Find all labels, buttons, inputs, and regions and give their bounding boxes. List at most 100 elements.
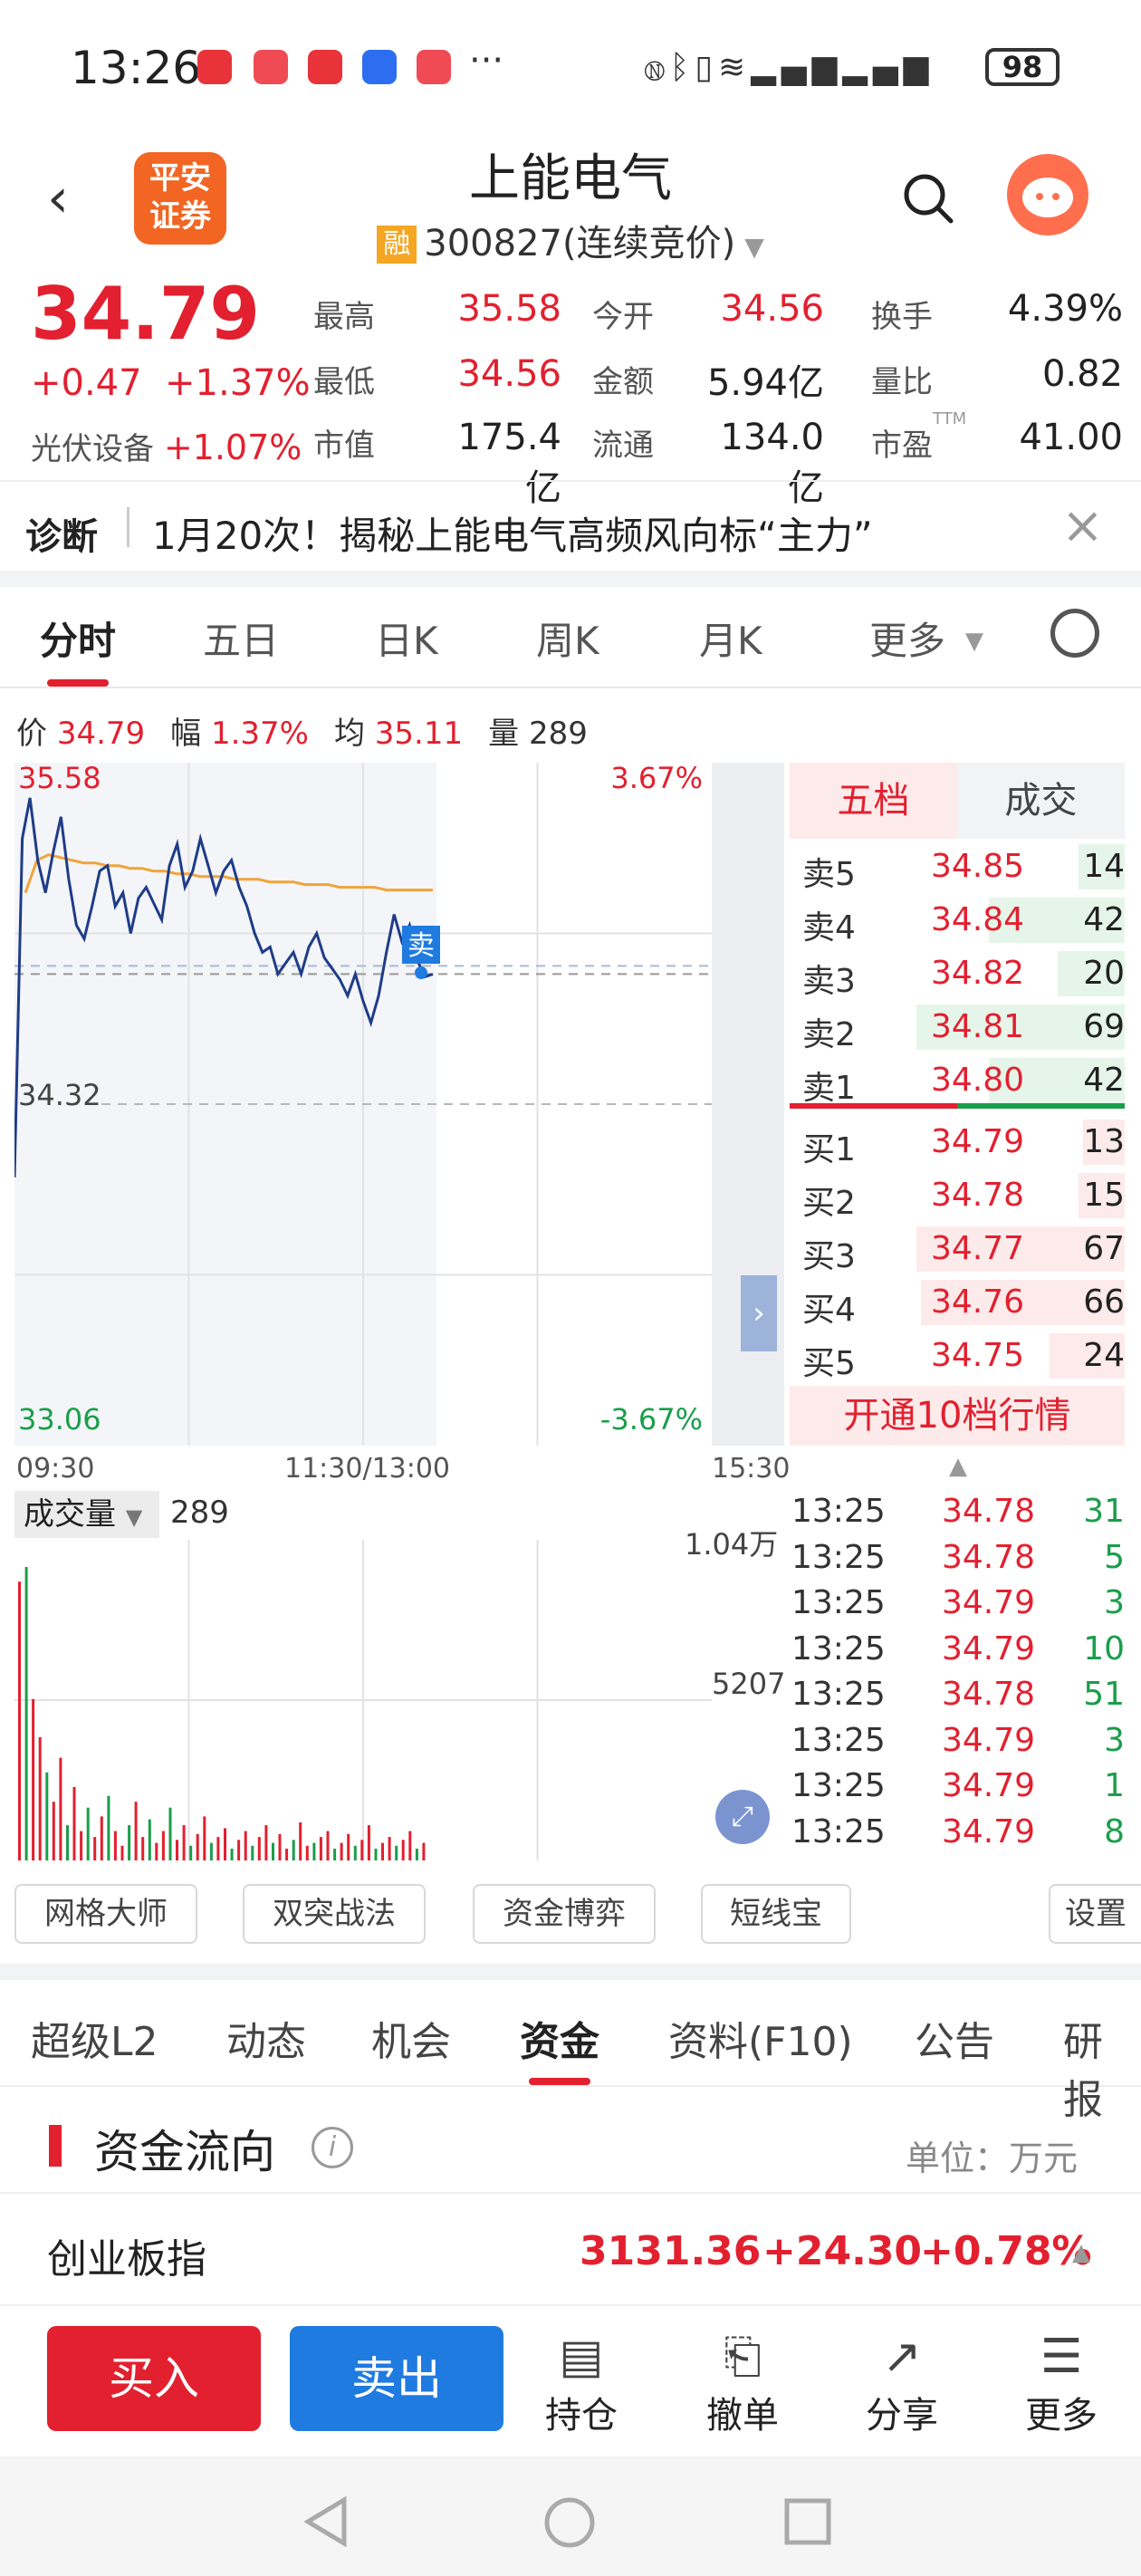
quote-field-value: 5.94亿 xyxy=(706,362,824,404)
holdings-button[interactable]: ▤ 持仓 xyxy=(536,2330,627,2438)
ask-row[interactable]: 卖5 34.85 14 xyxy=(790,841,1125,893)
tick-time: 13:25 xyxy=(791,1676,886,1713)
info-avg: 35.11 xyxy=(374,716,464,752)
double-break-button[interactable]: 双突战法 xyxy=(243,1884,426,1944)
grid-master-button[interactable]: 网格大师 xyxy=(14,1884,197,1944)
volume-bar xyxy=(18,1581,21,1860)
tab-five-day[interactable]: 五日 xyxy=(203,610,279,666)
x-label-mid: 11:30/13:00 xyxy=(284,1453,451,1485)
y-max-label: 35.58 xyxy=(18,763,101,795)
settings-button[interactable]: 设置 xyxy=(1049,1884,1141,1944)
ask-row[interactable]: 卖2 34.81 69 xyxy=(790,1001,1125,1053)
stock-code-line[interactable]: 融 300827(连续竞价) ▼ xyxy=(0,214,1141,266)
tab-more[interactable]: 更多 ▼ xyxy=(869,610,983,666)
tick-time: 13:25 xyxy=(791,1629,886,1668)
ask-row[interactable]: 卖4 34.84 42 xyxy=(790,894,1125,947)
settings-gear-icon[interactable] xyxy=(1050,609,1099,658)
capital-game-button[interactable]: 资金博弈 xyxy=(473,1884,656,1944)
divider xyxy=(0,571,1141,587)
volume-bar xyxy=(415,1849,418,1860)
quote-field-label: 换手 xyxy=(871,299,933,335)
nav-recents-icon[interactable] xyxy=(784,2498,831,2545)
assistant-avatar-icon[interactable] xyxy=(1007,154,1088,235)
tick-row: 13:25 34.79 1 xyxy=(790,1767,1125,1812)
volume-bar xyxy=(278,1833,282,1860)
bid-row[interactable]: 买3 34.77 67 xyxy=(790,1223,1125,1275)
info-icon[interactable]: i xyxy=(312,2127,353,2168)
volume-bar xyxy=(347,1833,350,1860)
tab-five-levels[interactable]: 五档 xyxy=(790,763,957,839)
system-icons: Ⓝᛒ▯≋▂▄▆▂▄▆ xyxy=(645,49,934,86)
intraday-chart[interactable]: 卖 35.58 34.32 33.06 3.67% -3.67% xyxy=(14,763,712,1446)
tab-announcements[interactable]: 公告 xyxy=(915,2009,994,2067)
cancel-order-label: 撤单 xyxy=(706,2395,779,2437)
collapse-up-icon[interactable]: ▲ xyxy=(949,1453,967,1480)
volume-bar xyxy=(381,1842,384,1860)
buy-button[interactable]: 买入 xyxy=(47,2326,261,2431)
level-price: 34.76 xyxy=(931,1283,1025,1321)
tab-trades[interactable]: 成交 xyxy=(957,763,1125,839)
volume-bar xyxy=(93,1837,97,1860)
tab-weekly-k[interactable]: 周K xyxy=(536,610,599,666)
capital-flow-title: 资金流向 xyxy=(94,2126,275,2178)
volume-bar xyxy=(374,1849,378,1860)
volume-bar xyxy=(292,1840,295,1860)
tab-l2[interactable]: 超级L2 xyxy=(31,2009,158,2067)
index-row[interactable]: 创业板指 3131.36 +24.30 +0.78% ▲ xyxy=(0,2194,1141,2304)
quote-panel: 34.79 +0.47 +1.37% 光伏设备 +1.07% 最高 35.58 今开… xyxy=(0,272,1141,509)
volume-bar xyxy=(360,1840,364,1860)
ask-row[interactable]: 卖3 34.82 20 xyxy=(790,947,1125,1000)
fullscreen-icon[interactable]: ⤢ xyxy=(715,1790,770,1844)
tab-intraday[interactable]: 分时 xyxy=(40,610,116,687)
tick-volume: 1 xyxy=(1104,1767,1125,1804)
volume-bar xyxy=(32,1698,35,1860)
share-icon: ↗ xyxy=(882,2330,922,2384)
close-icon[interactable]: × xyxy=(1061,496,1104,555)
nav-home-icon[interactable] xyxy=(543,2496,596,2549)
share-button[interactable]: ↗ 分享 xyxy=(857,2330,947,2438)
level-label: 卖4 xyxy=(802,909,856,947)
index-value: 3131.36 xyxy=(580,2228,762,2274)
tab-daily-k[interactable]: 日K xyxy=(375,610,438,666)
quote-field-label: 今开 xyxy=(592,299,654,335)
level-volume: 42 xyxy=(1083,901,1125,938)
volume-bar xyxy=(107,1795,110,1860)
volume-bar xyxy=(326,1831,330,1860)
tick-row: 13:25 34.79 10 xyxy=(790,1630,1125,1676)
sector-info[interactable]: 光伏设备 +1.07% xyxy=(31,424,302,468)
volume-indicator-selector[interactable]: 成交量 ▼ xyxy=(14,1491,159,1538)
collapse-up-icon[interactable]: ▲ xyxy=(1072,2239,1090,2266)
volume-bar xyxy=(72,1787,76,1860)
margin-badge: 融 xyxy=(377,226,417,264)
more-button[interactable]: ☰ 更多 xyxy=(1016,2330,1107,2438)
bid-row[interactable]: 买5 34.75 24 xyxy=(790,1330,1125,1382)
volume-bar xyxy=(203,1816,206,1860)
nav-back-icon[interactable] xyxy=(304,2496,350,2547)
expand-arrow-icon[interactable]: › xyxy=(741,1275,777,1351)
bid-row[interactable]: 买4 34.76 66 xyxy=(790,1276,1125,1329)
ask-bid-divider xyxy=(790,1103,957,1109)
ask-row[interactable]: 卖1 34.80 42 xyxy=(790,1054,1125,1107)
app-notification-icon xyxy=(254,50,288,84)
tab-news[interactable]: 动态 xyxy=(226,2009,306,2067)
chart-tabs: 分时 五日 日K 周K 月K 更多 ▼ xyxy=(0,587,1141,688)
open-ten-levels-button[interactable]: 开通10档行情 xyxy=(790,1386,1125,1446)
current-price: 34.79 xyxy=(31,272,261,356)
tab-monthly-k[interactable]: 月K xyxy=(699,610,762,666)
quote-field-label: 市盈 xyxy=(871,428,933,464)
sell-button[interactable]: 卖出 xyxy=(290,2326,503,2431)
cancel-order-button[interactable]: ⎗ 撤单 xyxy=(697,2330,788,2438)
tab-opportunity[interactable]: 机会 xyxy=(371,2009,451,2067)
diagnosis-banner[interactable]: 诊断 1月20次！揭秘上能电气高频风向标“主力” × xyxy=(0,480,1141,571)
short-line-button[interactable]: 短线宝 xyxy=(701,1884,851,1944)
bid-row[interactable]: 买1 34.79 13 xyxy=(790,1116,1125,1168)
tab-f10[interactable]: 资料(F10) xyxy=(668,2009,853,2067)
volume-bar xyxy=(305,1845,309,1860)
quote-field-label: 金额 xyxy=(592,364,654,400)
app-notification-icon xyxy=(308,50,342,84)
bid-row[interactable]: 买2 34.78 15 xyxy=(790,1169,1125,1222)
tab-capital[interactable]: 资金 xyxy=(520,2009,599,2085)
status-bar: 13:26 ··· Ⓝᛒ▯≋▂▄▆▂▄▆ 98 xyxy=(0,0,1141,136)
signal-icon: ▂▄▆ xyxy=(842,49,935,86)
search-icon[interactable] xyxy=(902,172,954,225)
